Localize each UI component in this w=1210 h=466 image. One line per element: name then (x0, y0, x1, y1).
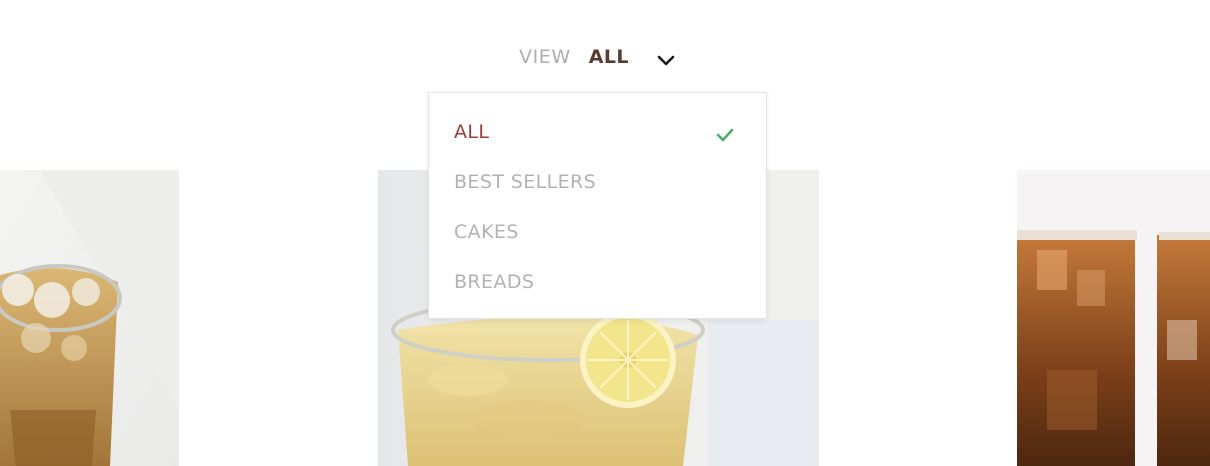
dropdown-item-label: CAKES (454, 221, 519, 243)
dropdown-item-best-sellers[interactable]: BEST SELLERS (454, 165, 744, 199)
view-current-value[interactable]: ALL (589, 46, 629, 68)
shop-page: VIEW ALL ALL BEST SELLERS CAKES BREADS (0, 0, 1210, 466)
view-dropdown-menu: ALL BEST SELLERS CAKES BREADS (428, 92, 767, 319)
chevron-down-icon[interactable] (657, 52, 675, 65)
dropdown-item-all[interactable]: ALL (454, 115, 744, 149)
view-filter[interactable]: VIEW ALL (519, 44, 675, 70)
product-image-iced-tea[interactable] (0, 170, 179, 466)
dropdown-item-label: BREADS (454, 271, 535, 293)
product-image-iced-coffee[interactable] (1017, 170, 1210, 466)
dropdown-item-label: ALL (454, 121, 490, 143)
dropdown-item-breads[interactable]: BREADS (454, 265, 744, 299)
dropdown-item-cakes[interactable]: CAKES (454, 215, 744, 249)
check-icon (716, 125, 734, 142)
view-label: VIEW (519, 46, 571, 68)
dropdown-item-label: BEST SELLERS (454, 171, 597, 193)
